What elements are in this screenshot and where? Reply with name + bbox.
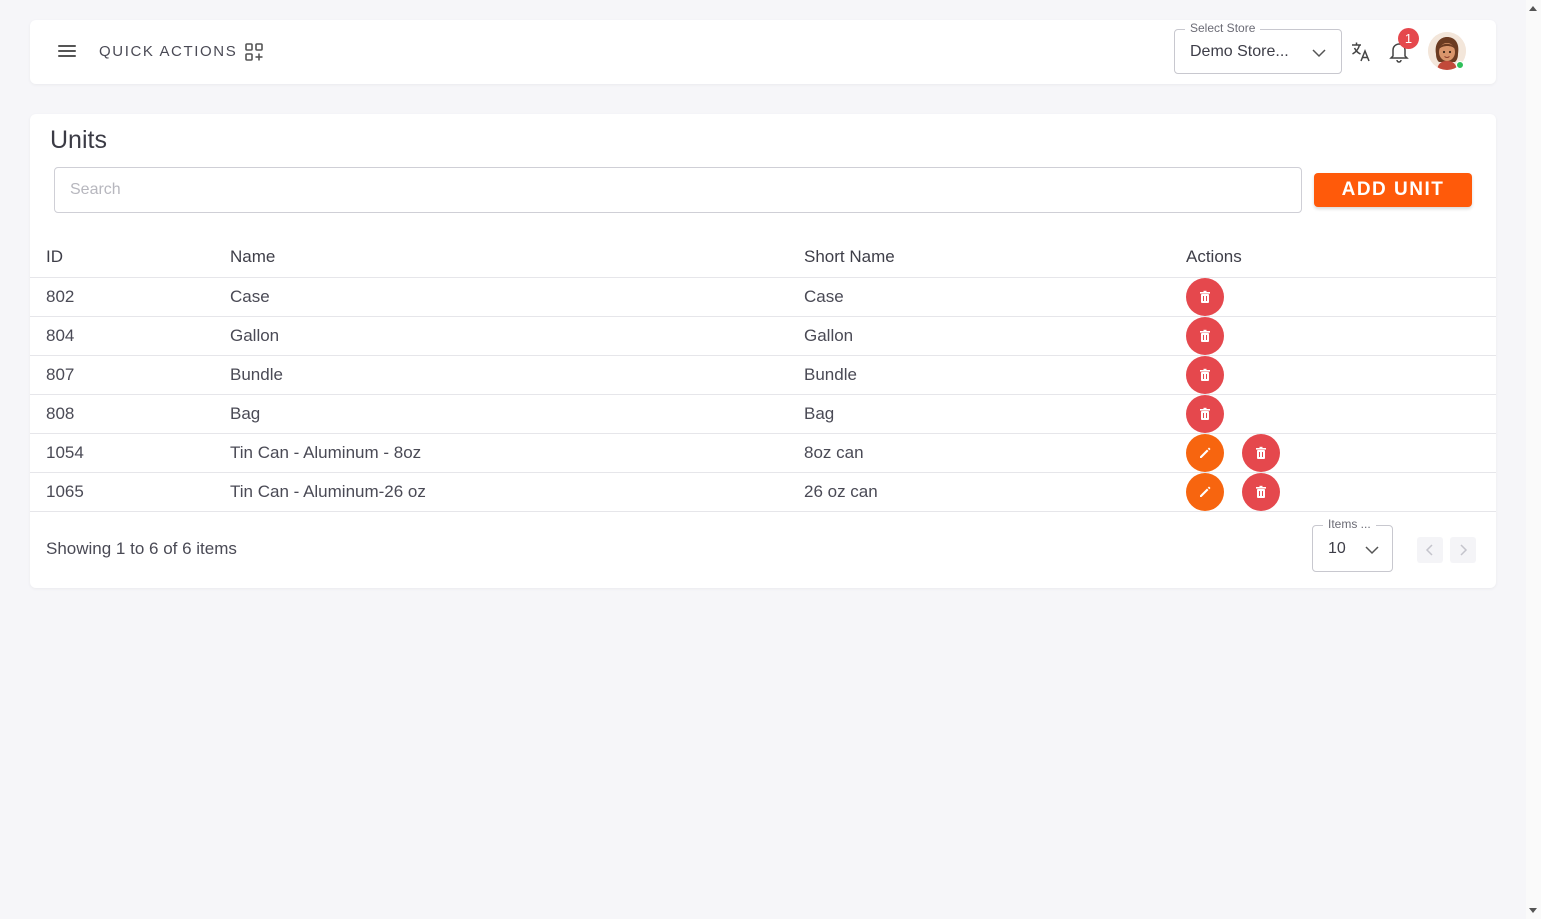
chevron-down-icon [1312, 49, 1326, 58]
cell-name: Tin Can - Aluminum-26 oz [214, 472, 788, 512]
chevron-right-icon [1460, 544, 1468, 556]
previous-page-button[interactable] [1417, 537, 1443, 563]
cell-id: 1054 [30, 433, 214, 473]
online-status-dot [1456, 61, 1464, 69]
trash-icon [1256, 446, 1266, 459]
quick-actions-link[interactable]: QUICK ACTIONS [99, 43, 237, 60]
pencil-icon [1200, 447, 1211, 458]
cell-name: Gallon [214, 316, 788, 356]
cell-id: 808 [30, 394, 214, 434]
cell-actions [1170, 394, 1496, 434]
cell-name: Bundle [214, 355, 788, 395]
pagination-summary: Showing 1 to 6 of 6 items [46, 539, 237, 558]
table-row: 807 Bundle Bundle [30, 355, 1496, 395]
store-select-value: Demo Store... [1190, 43, 1289, 60]
cell-short-name: 8oz can [788, 433, 1170, 473]
cell-short-name: Bundle [788, 355, 1170, 395]
table-row: 804 Gallon Gallon [30, 316, 1496, 356]
delete-button[interactable] [1242, 472, 1280, 511]
trash-icon [1200, 368, 1210, 381]
table-row: 808 Bag Bag [30, 394, 1496, 434]
cell-actions [1170, 277, 1496, 317]
trash-icon [1200, 329, 1210, 342]
column-header-name[interactable]: Name [214, 237, 788, 278]
trash-icon [1200, 290, 1210, 303]
table-row: 802 Case Case [30, 277, 1496, 317]
store-select-label: Select Store [1185, 21, 1261, 35]
column-header-id[interactable]: ID [30, 237, 214, 278]
delete-button[interactable] [1186, 277, 1224, 316]
items-per-page-label: Items ... [1323, 517, 1376, 531]
cell-short-name: 26 oz can [788, 472, 1170, 512]
cell-short-name: Case [788, 277, 1170, 317]
cell-actions [1170, 472, 1496, 512]
trash-icon [1200, 407, 1210, 420]
table-row: 1065 Tin Can - Aluminum-26 oz 26 oz can [30, 472, 1496, 512]
items-per-page-select[interactable]: Items ... 10 [1312, 517, 1393, 572]
units-table: ID Name Short Name Actions 802 Case Case 80… [30, 237, 1496, 512]
search-input[interactable] [54, 167, 1302, 213]
table-row: 1054 Tin Can - Aluminum - 8oz 8oz can [30, 433, 1496, 473]
cell-actions [1170, 433, 1496, 473]
hamburger-menu-icon[interactable] [56, 42, 78, 62]
column-header-short-name[interactable]: Short Name [788, 237, 1170, 278]
delete-button[interactable] [1186, 355, 1224, 394]
cell-actions [1170, 316, 1496, 356]
cell-id: 804 [30, 316, 214, 356]
cell-id: 802 [30, 277, 214, 317]
page-title: Units [50, 126, 107, 154]
column-header-actions: Actions [1170, 237, 1496, 278]
cell-id: 1065 [30, 472, 214, 512]
translate-icon[interactable] [1351, 41, 1371, 63]
chevron-left-icon [1425, 544, 1433, 556]
edit-button[interactable] [1186, 433, 1224, 472]
grid-plus-icon[interactable] [244, 42, 264, 62]
cell-actions [1170, 355, 1496, 395]
cell-id: 807 [30, 355, 214, 395]
top-bar: QUICK ACTIONS Select Store Demo Store...… [30, 20, 1496, 84]
delete-button[interactable] [1242, 433, 1280, 472]
scroll-up-icon[interactable] [1529, 6, 1537, 11]
delete-button[interactable] [1186, 316, 1224, 355]
cell-short-name: Bag [788, 394, 1170, 434]
store-select[interactable]: Select Store Demo Store... [1174, 21, 1342, 74]
cell-name: Case [214, 277, 788, 317]
cell-short-name: Gallon [788, 316, 1170, 356]
trash-icon [1256, 485, 1266, 498]
pencil-icon [1200, 486, 1211, 497]
chevron-down-icon [1365, 546, 1379, 555]
next-page-button[interactable] [1450, 537, 1476, 563]
items-per-page-value: 10 [1328, 540, 1346, 557]
scroll-down-icon[interactable] [1529, 908, 1537, 913]
delete-button[interactable] [1186, 394, 1224, 433]
table-header-row: ID Name Short Name Actions [30, 237, 1496, 278]
page-scrollbar[interactable] [1526, 0, 1541, 919]
edit-button[interactable] [1186, 472, 1224, 511]
cell-name: Bag [214, 394, 788, 434]
cell-name: Tin Can - Aluminum - 8oz [214, 433, 788, 473]
units-card: Units ADD UNIT ID Name Short Name Action… [30, 114, 1496, 588]
add-unit-button[interactable]: ADD UNIT [1314, 173, 1472, 207]
notification-badge: 1 [1398, 28, 1419, 49]
